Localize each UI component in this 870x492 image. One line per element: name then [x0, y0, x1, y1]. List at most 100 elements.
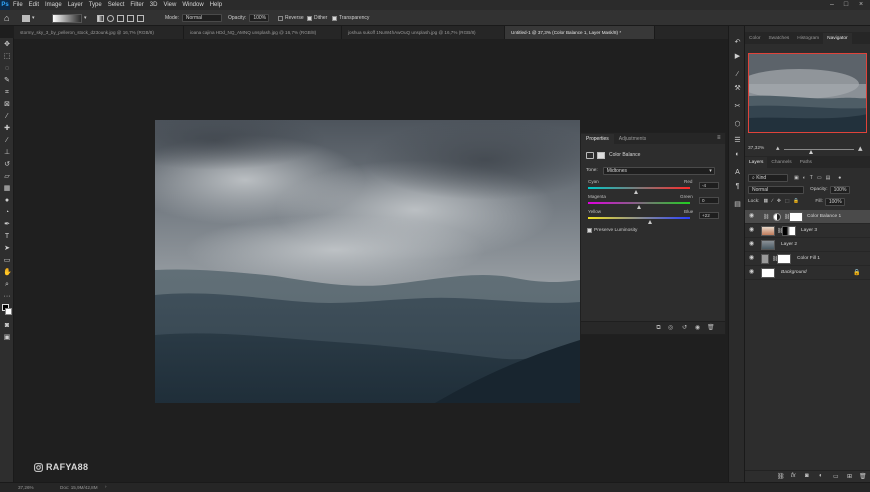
- brushes-panel-icon[interactable]: ∕: [733, 70, 742, 79]
- doc-tab-stormy-sky[interactable]: stormy_sky_3_by_pelleron_stock_d23ounk.j…: [14, 26, 184, 39]
- history-brush-tool-icon[interactable]: ↺: [3, 161, 11, 169]
- layer-row-layer-2[interactable]: ◉ Layer 2: [745, 238, 870, 252]
- eyedropper-tool-icon[interactable]: ⁄: [3, 113, 11, 121]
- zoom-tool-icon[interactable]: ⌕: [3, 281, 11, 289]
- background-color-swatch[interactable]: [5, 308, 12, 315]
- delete-adjustment-icon[interactable]: 🗑: [707, 325, 715, 332]
- type-tool-icon[interactable]: T: [3, 233, 11, 241]
- eraser-tool-icon[interactable]: ▱: [3, 173, 11, 181]
- preserve-luminosity-checkbox[interactable]: [587, 228, 592, 233]
- doc-tab-untitled-1[interactable]: Untitled-1 @ 37,3% (Color Balance 1, Lay…: [505, 26, 655, 39]
- frame-tool-icon[interactable]: ⊠: [3, 101, 11, 109]
- tab-layers[interactable]: Layers: [745, 157, 768, 168]
- new-group-icon[interactable]: ▭: [833, 473, 839, 480]
- actions-panel-icon[interactable]: ▶: [733, 52, 742, 61]
- reverse-checkbox[interactable]: [278, 15, 283, 21]
- layer-mask-thumbnail[interactable]: [777, 254, 791, 264]
- screen-mode-icon[interactable]: ▣: [3, 334, 11, 342]
- layer-row-color-balance[interactable]: ◉ ⛓ ⛓ Color Balance 1: [745, 210, 870, 224]
- tool-presets-icon[interactable]: ✂: [733, 102, 742, 111]
- move-tool-icon[interactable]: ✥: [3, 41, 11, 49]
- cyan-red-track[interactable]: [588, 187, 690, 189]
- layer-row-layer-3[interactable]: ◉ ⛓ Layer 3: [745, 224, 870, 238]
- opacity-field[interactable]: 100%: [249, 14, 270, 22]
- gradient-picker[interactable]: ▾: [52, 10, 87, 26]
- paragraph-panel-icon[interactable]: ¶: [733, 182, 742, 191]
- eye-icon[interactable]: ◉: [748, 227, 755, 234]
- menu-select[interactable]: Select: [105, 2, 128, 8]
- tab-navigator[interactable]: Navigator: [823, 33, 852, 44]
- quick-mask-icon[interactable]: ◙: [3, 322, 11, 330]
- filter-pixel-icon[interactable]: ▣: [794, 175, 799, 181]
- navigator-zoom-slider[interactable]: [784, 149, 854, 150]
- link-layers-icon[interactable]: ⛓: [777, 473, 785, 480]
- menu-type[interactable]: Type: [86, 2, 105, 8]
- menu-edit[interactable]: Edit: [26, 2, 42, 8]
- tab-channels[interactable]: Channels: [767, 157, 795, 168]
- delete-layer-icon[interactable]: 🗑: [859, 473, 867, 480]
- properties-panel-icon[interactable]: ☰: [733, 136, 742, 145]
- filter-smart-icon[interactable]: ▤: [826, 175, 831, 181]
- history-panel-icon[interactable]: ↶: [733, 38, 742, 47]
- layer-row-background[interactable]: ◉ Background 🔒: [745, 266, 870, 280]
- quick-select-tool-icon[interactable]: ✎: [3, 77, 11, 85]
- yellow-blue-track[interactable]: [588, 217, 690, 219]
- layer-mask-icon[interactable]: [597, 151, 605, 159]
- maximize-icon[interactable]: □: [840, 0, 852, 10]
- zoom-out-icon[interactable]: ▴: [776, 144, 780, 152]
- gradient-tool-icon[interactable]: ▦: [3, 185, 11, 193]
- tab-properties[interactable]: Properties: [581, 134, 614, 144]
- brush-tool-icon[interactable]: ∕: [3, 137, 11, 145]
- menu-3d[interactable]: 3D: [147, 2, 161, 8]
- eye-icon[interactable]: ◉: [748, 241, 755, 248]
- menu-help[interactable]: Help: [207, 2, 225, 8]
- lock-artboard-icon[interactable]: ⬚: [785, 199, 790, 204]
- toggle-visibility-icon[interactable]: ◉: [694, 325, 701, 332]
- tool-preset-icon[interactable]: ▾: [22, 10, 35, 26]
- layer-mask-thumbnail[interactable]: [782, 226, 796, 236]
- tab-swatches[interactable]: Swatches: [764, 33, 793, 44]
- eye-icon[interactable]: ◉: [748, 255, 755, 262]
- lock-position-icon[interactable]: ✥: [777, 199, 781, 204]
- new-adjustment-icon[interactable]: ◐: [819, 473, 823, 479]
- view-previous-state-icon[interactable]: ◎: [667, 325, 674, 332]
- dodge-tool-icon[interactable]: ◔: [3, 209, 11, 217]
- zoom-in-icon[interactable]: ▴: [858, 143, 863, 154]
- brush-settings-icon[interactable]: ⚒: [733, 84, 742, 93]
- doc-tab-ioana-cajina[interactable]: ioana cajina HDd_NQ_AMNQ unsplash.jpg @ …: [184, 26, 342, 39]
- panel-menu-icon[interactable]: ≡: [717, 135, 721, 141]
- layer-kind-filter[interactable]: ⌕ Kind: [748, 173, 788, 182]
- rectangle-tool-icon[interactable]: ▭: [3, 257, 11, 265]
- filter-toggle-icon[interactable]: ●: [838, 175, 841, 181]
- lock-all-icon[interactable]: 🔒: [793, 199, 799, 204]
- pen-tool-icon[interactable]: ✒: [3, 221, 11, 229]
- add-mask-icon[interactable]: ◙: [805, 473, 809, 479]
- menu-image[interactable]: Image: [42, 2, 65, 8]
- menu-view[interactable]: View: [160, 2, 179, 8]
- adjustments-panel-icon[interactable]: ◐: [733, 150, 742, 159]
- more-tools-icon[interactable]: ···: [3, 293, 11, 301]
- filter-shape-icon[interactable]: ▭: [817, 175, 822, 181]
- eye-icon[interactable]: ◉: [748, 269, 755, 276]
- status-doc-size[interactable]: Doc: 15,9M/42,8M: [60, 485, 98, 490]
- tab-histogram[interactable]: Histogram: [793, 33, 823, 44]
- home-icon[interactable]: ⌂: [4, 10, 9, 26]
- blur-tool-icon[interactable]: ●: [3, 197, 11, 205]
- mode-select[interactable]: Normal: [181, 14, 222, 22]
- menu-window[interactable]: Window: [179, 2, 206, 8]
- fx-icon[interactable]: fx: [791, 473, 796, 479]
- filter-adjustment-icon[interactable]: ◐: [803, 175, 806, 181]
- fill-field[interactable]: 100%: [824, 197, 845, 206]
- gradient-type-icons[interactable]: [97, 10, 144, 26]
- cyan-red-value-field[interactable]: -4: [699, 182, 719, 189]
- tab-color[interactable]: Color: [745, 33, 764, 44]
- clip-to-layer-icon[interactable]: ⧉: [655, 325, 662, 332]
- transparency-checkbox[interactable]: [332, 15, 337, 21]
- character-panel-icon[interactable]: A: [733, 168, 742, 177]
- status-zoom[interactable]: 37,26%: [18, 485, 34, 490]
- menu-file[interactable]: File: [10, 2, 26, 8]
- reset-adjustment-icon[interactable]: ↺: [681, 325, 688, 332]
- clone-stamp-tool-icon[interactable]: ⊥: [3, 149, 11, 157]
- menu-filter[interactable]: Filter: [127, 2, 146, 8]
- crop-tool-icon[interactable]: ⌗: [3, 89, 11, 97]
